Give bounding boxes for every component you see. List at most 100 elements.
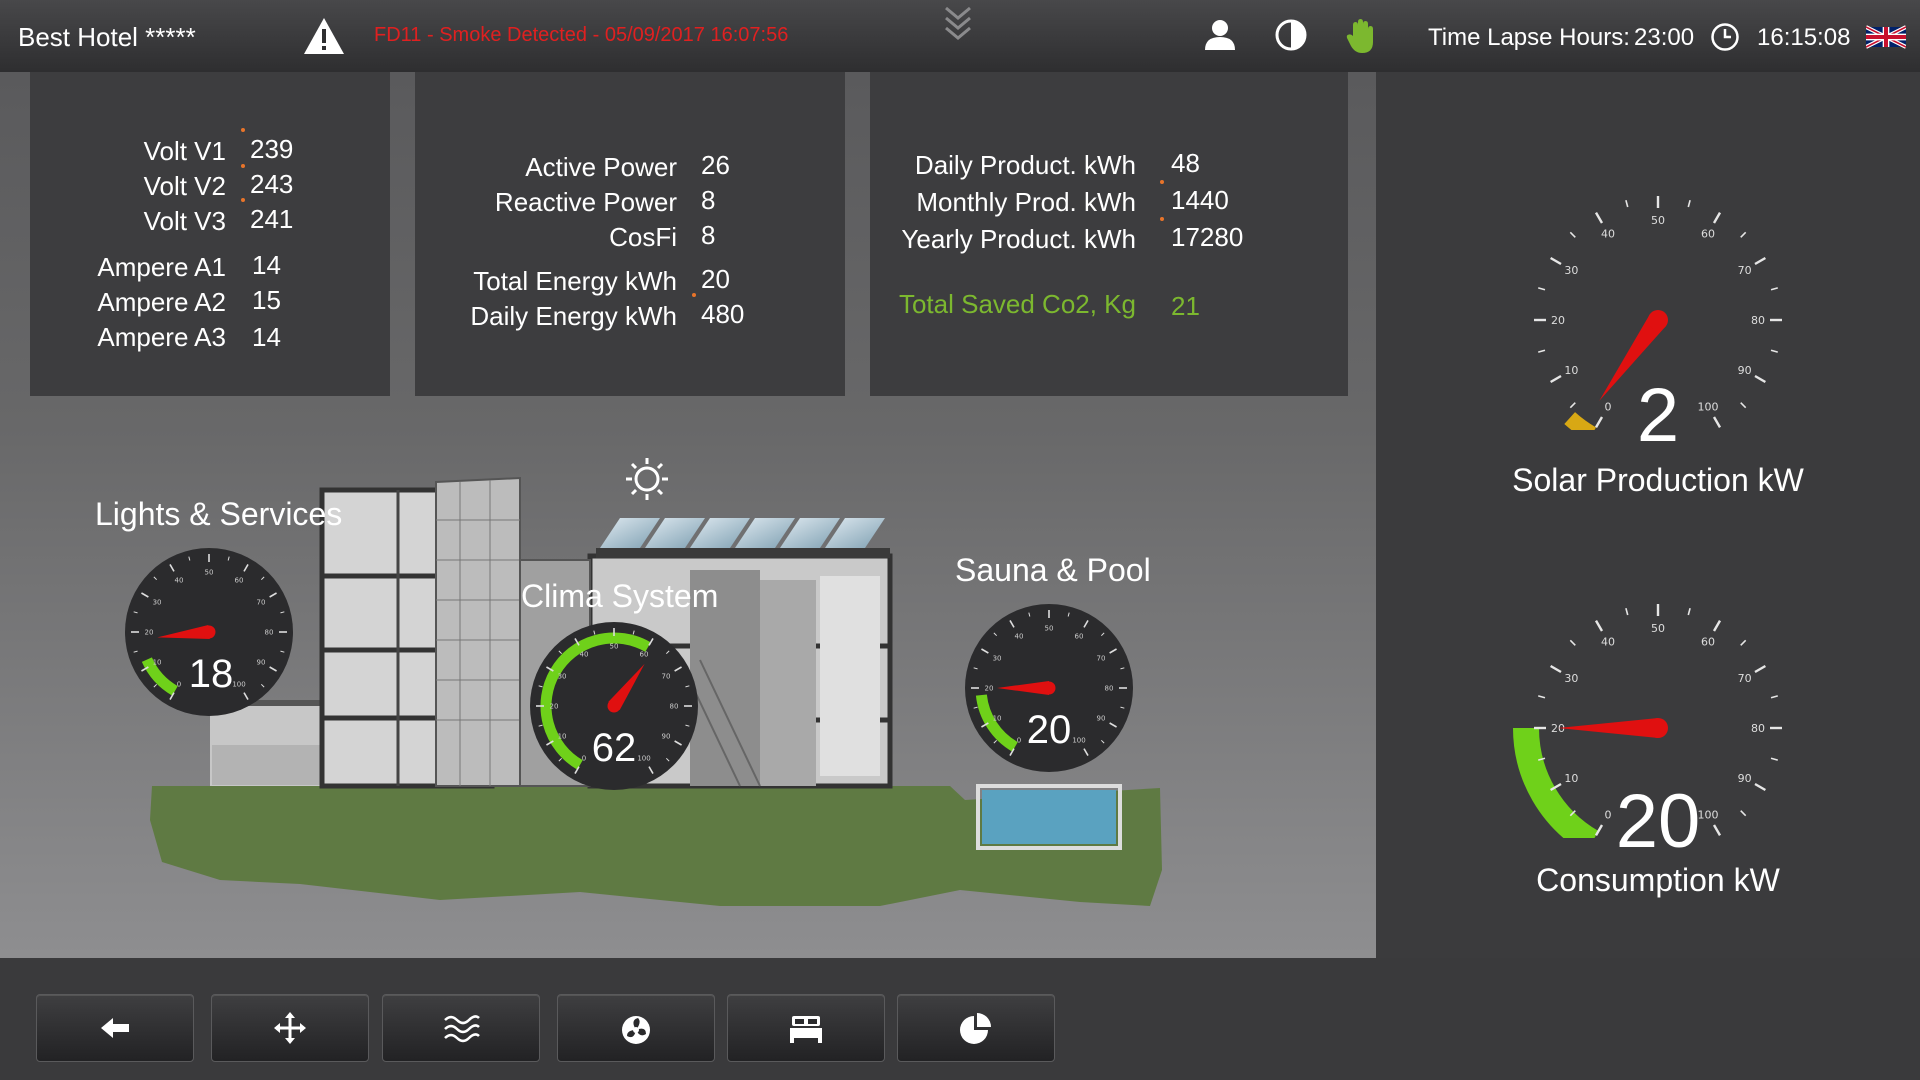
indicator-dot xyxy=(241,164,245,168)
gauge-tick-label: 90 xyxy=(1097,715,1106,723)
uk-flag-icon[interactable] xyxy=(1866,24,1906,50)
gauge-tick xyxy=(1712,212,1722,224)
gauge-tick xyxy=(1538,349,1546,353)
gauge-tick xyxy=(1740,402,1747,409)
solar-value: 2 xyxy=(1636,373,1680,458)
gauge-tick xyxy=(1740,639,1747,646)
gauge-tick-label: 70 xyxy=(257,599,266,607)
gauge-tick xyxy=(1625,200,1629,208)
warning-icon[interactable] xyxy=(302,16,346,56)
production-panel: Daily Product. kWh 48 Monthly Prod. kWh … xyxy=(870,72,1348,396)
sauna-value: 20 xyxy=(1026,708,1072,752)
gauge-tick-label: 60 xyxy=(640,651,649,659)
gauge-tick-label: 20 xyxy=(1551,722,1565,735)
volt-v1-value: 239 xyxy=(250,134,294,164)
clima-system-title: Clima System xyxy=(521,578,719,614)
consumption-value: 20 xyxy=(1615,779,1701,864)
gauge-tick xyxy=(1625,608,1629,616)
gauge-tick-label: 20 xyxy=(985,685,994,693)
alarm-message[interactable]: FD11 - Smoke Detected - 05/09/2017 16:07… xyxy=(374,24,788,47)
back-button[interactable] xyxy=(36,994,194,1062)
gauge-tick-label: 30 xyxy=(993,655,1002,663)
gauge-tick-label: 60 xyxy=(235,577,244,585)
gauge-tick-label: 30 xyxy=(558,673,567,681)
gauge-tick xyxy=(1770,695,1778,699)
user-icon[interactable] xyxy=(1203,18,1237,52)
contrast-icon[interactable] xyxy=(1274,18,1308,52)
time-lapse-label: Time Lapse Hours: xyxy=(1428,24,1630,51)
total-energy-label: Total Energy kWh xyxy=(473,266,677,296)
gauge-tick xyxy=(1594,212,1604,224)
power-panel: Active Power 26 Reactive Power 8 CosFi 8… xyxy=(415,72,845,396)
daily-product-value: 48 xyxy=(1171,148,1200,178)
gauge-tick-label: 40 xyxy=(1601,635,1615,648)
yearly-product-label: Yearly Product. kWh xyxy=(901,224,1136,254)
voltage-panel: Volt V1 239 Volt V2 243 Volt V3 241 Ampe… xyxy=(30,72,390,396)
ampere-a2-label: Ampere A2 xyxy=(97,287,226,317)
gauge-tick-label: 40 xyxy=(175,577,184,585)
gauge-tick-label: 90 xyxy=(662,733,671,741)
gauge-hub xyxy=(1648,718,1668,738)
gauge-tick-label: 10 xyxy=(1564,364,1578,377)
co2-label: Total Saved Co2, Kg xyxy=(898,289,1136,319)
indicator-dot xyxy=(1160,180,1164,184)
gauge-hub xyxy=(1648,310,1668,330)
lights-services-title: Lights & Services xyxy=(95,496,343,532)
gauge-tick xyxy=(1712,620,1722,632)
gauge-tick-label: 40 xyxy=(580,651,589,659)
gauge-tick xyxy=(1687,608,1691,616)
co2-value: 21 xyxy=(1171,291,1200,321)
gauge-tick xyxy=(1740,231,1747,238)
gauge-tick-label: 90 xyxy=(257,659,266,667)
reactive-power-label: Reactive Power xyxy=(494,187,677,217)
ampere-a3-label: Ampere A3 xyxy=(97,322,226,352)
gauge-tick-label: 80 xyxy=(1751,314,1765,327)
pie-chart-button[interactable] xyxy=(897,994,1055,1062)
gauge-tick xyxy=(1594,620,1604,632)
monthly-prod-value: 1440 xyxy=(1171,185,1229,215)
gauge-tick-label: 50 xyxy=(1045,625,1054,633)
gauge-tick xyxy=(1569,639,1576,646)
ampere-a3-value: 14 xyxy=(252,322,281,352)
gauge-tick-label: 20 xyxy=(550,703,559,711)
gauge-tick-label: 80 xyxy=(670,703,679,711)
gauge-tick xyxy=(1538,695,1546,699)
time-lapse-value[interactable]: 23:00 xyxy=(1634,24,1694,52)
bed-button[interactable] xyxy=(727,994,885,1062)
hotel-name: Best Hotel ***** xyxy=(18,22,196,52)
top-bar: Best Hotel ***** FD11 - Smoke Detected -… xyxy=(0,0,1920,73)
gauge-tick xyxy=(1569,231,1576,238)
yearly-product-value: 17280 xyxy=(1171,222,1244,252)
fan-button[interactable] xyxy=(557,994,715,1062)
daily-product-label: Daily Product. kWh xyxy=(914,150,1136,180)
volt-v1-label: Volt V1 xyxy=(143,136,226,166)
move-icon xyxy=(274,1012,306,1044)
move-button[interactable] xyxy=(211,994,369,1062)
gauge-tick xyxy=(1754,782,1766,792)
gauge-tick xyxy=(1569,402,1576,409)
fan-icon xyxy=(622,1016,650,1044)
clima-value: 62 xyxy=(591,726,637,770)
monthly-prod-label: Monthly Prod. kWh xyxy=(916,187,1136,217)
clock-time: 16:15:08 xyxy=(1757,24,1851,51)
chevron-down-icon[interactable] xyxy=(940,4,976,46)
consumption-label: Consumption kW xyxy=(1536,862,1780,898)
ampere-a1-value: 14 xyxy=(252,250,281,280)
gauge-tick xyxy=(1538,287,1546,291)
gauge-hub xyxy=(607,699,621,713)
clock-icon xyxy=(1711,23,1739,51)
gauge-tick-label: 30 xyxy=(153,599,162,607)
indicator-dot xyxy=(241,198,245,202)
gauge-tick-label: 80 xyxy=(1105,685,1114,693)
hand-icon[interactable] xyxy=(1345,18,1377,54)
waves-button[interactable] xyxy=(382,994,540,1062)
gauge-tick-label: 10 xyxy=(1564,772,1578,785)
gauge-tick-label: 40 xyxy=(1015,633,1024,641)
indicator-dot xyxy=(692,293,696,297)
indicator-dot xyxy=(241,128,245,132)
gauge-tick xyxy=(1550,374,1562,384)
gauge-tick-label: 20 xyxy=(1551,314,1565,327)
gauge-tick xyxy=(1754,664,1766,674)
gauge-tick-label: 40 xyxy=(1601,227,1615,240)
cosfi-value: 8 xyxy=(701,220,716,250)
